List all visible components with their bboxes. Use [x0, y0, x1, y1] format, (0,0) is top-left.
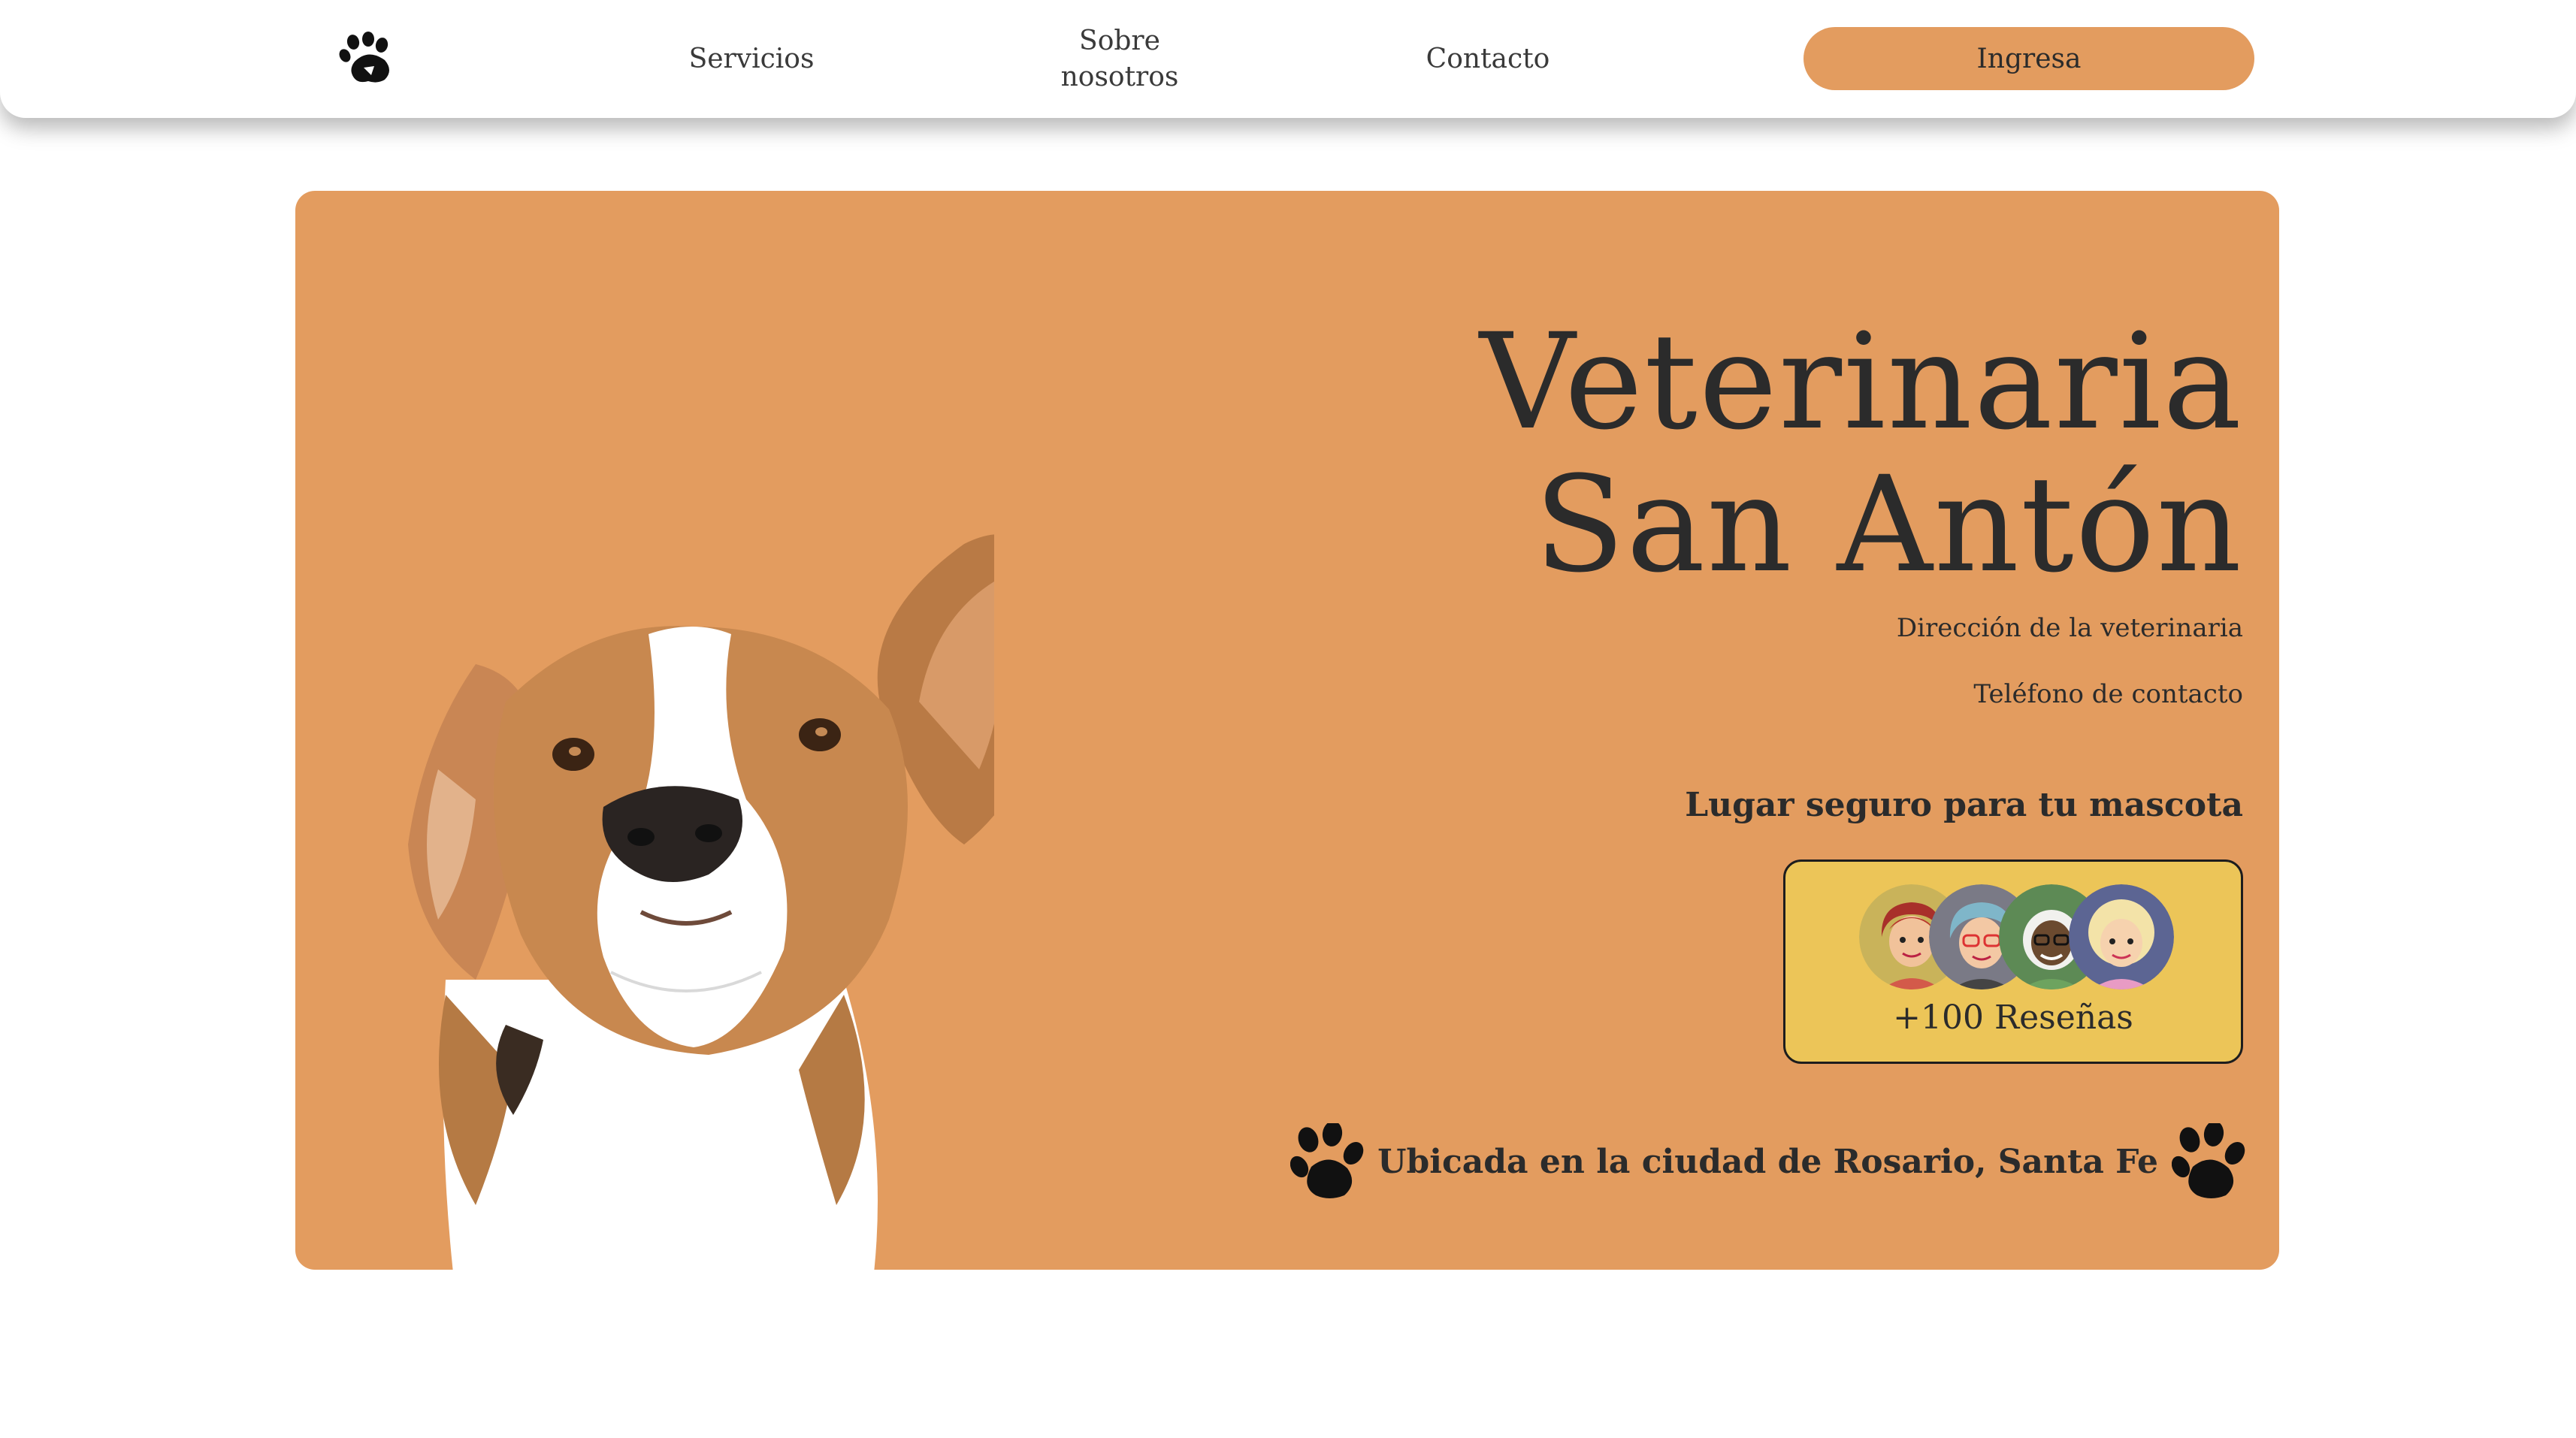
- address-text: Dirección de la veterinaria: [1896, 613, 2243, 643]
- login-button[interactable]: Ingresa: [1804, 27, 2254, 90]
- paw-icon: [1290, 1123, 1364, 1201]
- paw-icon[interactable]: [338, 32, 398, 86]
- nav-link-servicios[interactable]: Servicios: [676, 41, 827, 77]
- location-row: Ubicada en la ciudad de Rosario, Santa F…: [1290, 1121, 2245, 1204]
- nav-link-sobre-nosotros[interactable]: Sobre nosotros: [1045, 23, 1195, 95]
- hero-title-line2: San Antón: [1534, 448, 2243, 602]
- nav-link-contacto[interactable]: Contacto: [1413, 41, 1563, 77]
- reviews-count: +100 Reseñas: [1893, 998, 2133, 1037]
- top-navbar: Servicios Sobre nosotros Contacto Ingres…: [0, 0, 2576, 118]
- paw-icon: [2172, 1123, 2245, 1201]
- nav-link-sobre-line1: Sobre: [1079, 26, 1160, 56]
- avatar: [2069, 884, 2174, 989]
- location-text: Ubicada en la ciudad de Rosario, Santa F…: [1377, 1143, 2158, 1181]
- hero-title: Veterinaria San Antón: [1480, 311, 2243, 597]
- phone-text: Teléfono de contacto: [1973, 679, 2243, 709]
- reviewer-avatars: [1859, 884, 2175, 989]
- hero-title-line1: Veterinaria: [1479, 305, 2243, 459]
- beagle-dog-image: [393, 454, 1054, 1270]
- nav-link-sobre-line2: nosotros: [1060, 62, 1179, 92]
- tagline: Lugar seguro para tu mascota: [1685, 786, 2243, 824]
- hero-card: Veterinaria San Antón Dirección de la ve…: [295, 191, 2279, 1270]
- reviews-card[interactable]: +100 Reseñas: [1783, 859, 2243, 1064]
